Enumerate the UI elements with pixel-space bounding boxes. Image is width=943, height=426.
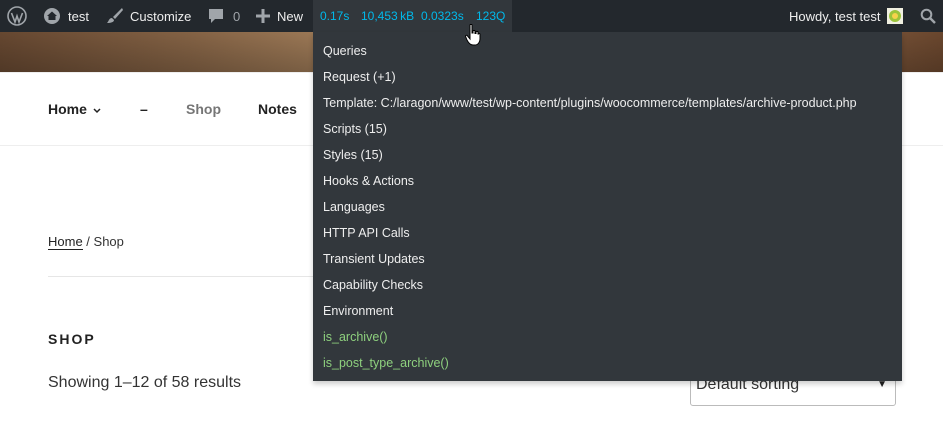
- avatar: [886, 8, 903, 24]
- qm-item-hooks-actions[interactable]: Hooks & Actions: [323, 173, 414, 189]
- qm-item-http-api-calls[interactable]: HTTP API Calls: [323, 225, 410, 241]
- query-monitor-toggle[interactable]: 0.17s 10,453 kB 0.0323s 123Q: [313, 0, 512, 32]
- my-account-link[interactable]: Howdy, test test: [789, 0, 903, 32]
- customize-label: Customize: [130, 8, 192, 24]
- home-icon: [42, 7, 62, 25]
- nav-item-dash[interactable]: –: [140, 101, 148, 117]
- breadcrumb-current: Shop: [93, 234, 124, 249]
- qm-item-styles[interactable]: Styles (15): [323, 147, 383, 163]
- hand-cursor-icon: [465, 23, 481, 51]
- query-monitor-menu: Queries Request (+1) Template: C:/larago…: [313, 32, 902, 381]
- new-label: New: [277, 8, 304, 24]
- qm-stat-memory: 10,453 kB: [361, 9, 415, 23]
- search-icon[interactable]: [920, 0, 936, 32]
- breadcrumb-separator: /: [82, 234, 94, 249]
- chevron-down-icon: [93, 101, 101, 117]
- wordpress-logo-icon[interactable]: [7, 0, 27, 32]
- brush-icon: [106, 7, 124, 25]
- nav-item-notes[interactable]: Notes: [258, 101, 297, 117]
- qm-stat-query-time: 0.0323s: [421, 9, 464, 23]
- result-count: Showing 1–12 of 58 results: [48, 374, 242, 391]
- qm-item-languages[interactable]: Languages: [323, 199, 385, 215]
- nav-item-shop[interactable]: Shop: [186, 101, 221, 117]
- qm-stat-time: 0.17s: [320, 9, 350, 23]
- site-name-label: test: [68, 8, 89, 24]
- qm-item-is-post-type-archive[interactable]: is_post_type_archive(): [323, 355, 449, 371]
- qm-item-capability-checks[interactable]: Capability Checks: [323, 277, 423, 293]
- nav-item-home[interactable]: Home: [48, 101, 101, 117]
- qm-item-scripts[interactable]: Scripts (15): [323, 121, 387, 137]
- qm-item-request[interactable]: Request (+1): [323, 69, 396, 85]
- breadcrumb: Home / Shop: [48, 234, 124, 250]
- qm-item-queries[interactable]: Queries: [323, 43, 367, 59]
- new-content-link[interactable]: New: [256, 0, 303, 32]
- site-name-link[interactable]: test: [42, 0, 89, 32]
- comment-icon: [207, 7, 225, 25]
- qm-item-template[interactable]: Template: C:/laragon/www/test/wp-content…: [323, 95, 857, 111]
- qm-item-is-archive[interactable]: is_archive(): [323, 329, 388, 345]
- page-title: SHOP: [48, 331, 96, 347]
- breadcrumb-home-link[interactable]: Home: [48, 234, 83, 250]
- comments-link[interactable]: 0: [207, 0, 240, 32]
- greeting: Howdy, test test: [789, 8, 881, 24]
- comments-count: 0: [233, 8, 241, 24]
- qm-item-environment[interactable]: Environment: [323, 303, 393, 319]
- customize-link[interactable]: Customize: [106, 0, 191, 32]
- nav-item-home-label: Home: [48, 101, 87, 117]
- qm-item-transient-updates[interactable]: Transient Updates: [323, 251, 425, 267]
- plus-icon: [256, 9, 270, 23]
